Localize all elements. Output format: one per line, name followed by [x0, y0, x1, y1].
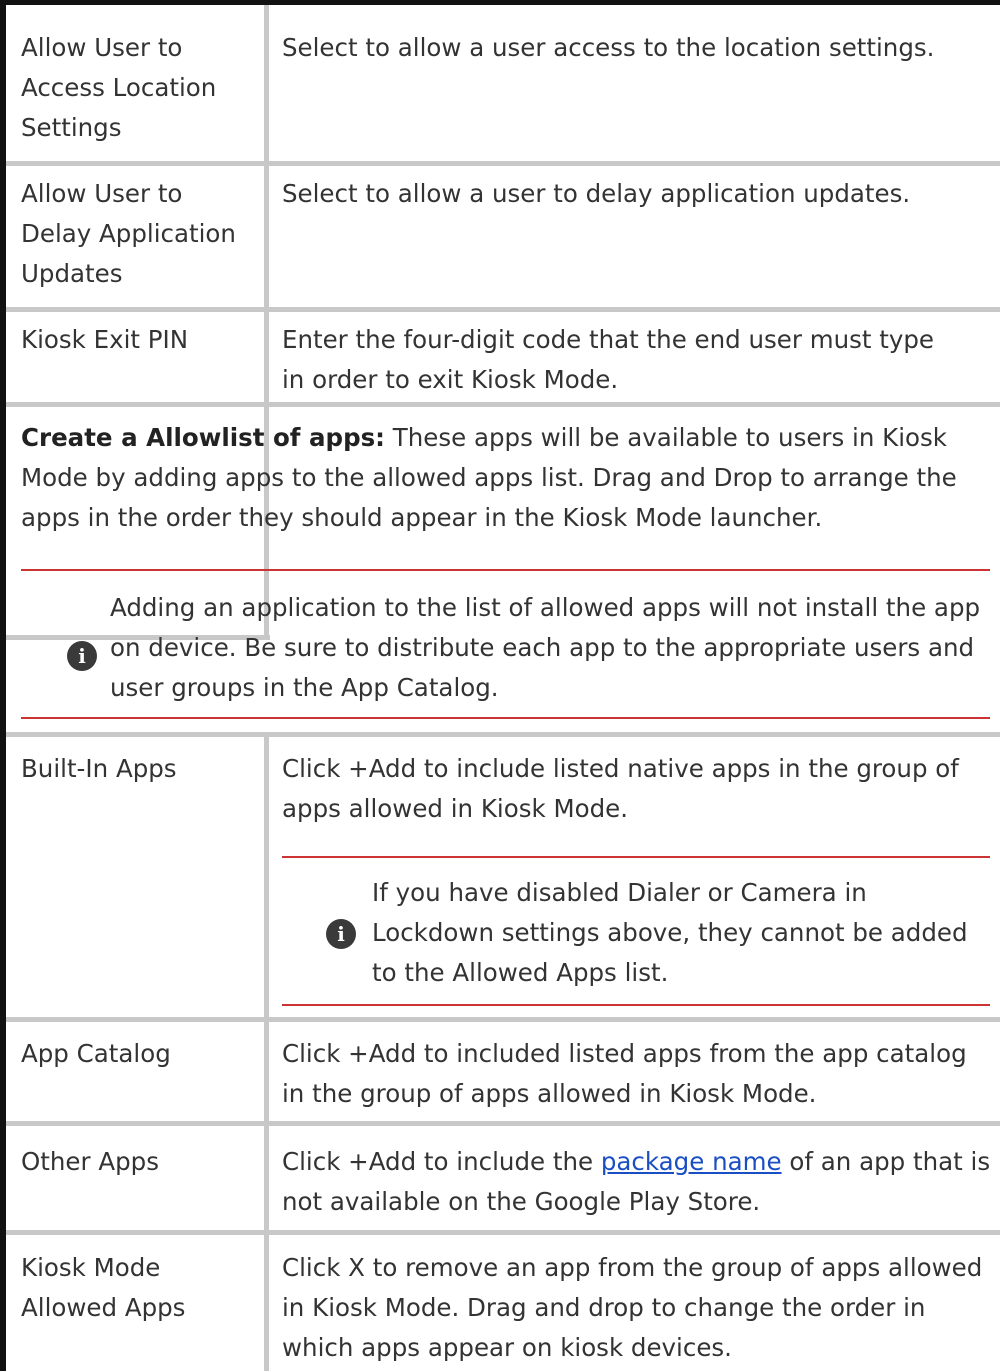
description-text: Click +Add to include the: [282, 1147, 601, 1176]
allowlist-intro: Create a Allowlist of apps: These apps w…: [21, 418, 996, 538]
setting-description: Click +Add to include the package name o…: [282, 1142, 994, 1222]
row-divider: [6, 402, 1000, 407]
allowlist-intro-heading: Create a Allowlist of apps:: [21, 423, 385, 452]
setting-name: App Catalog: [21, 1039, 171, 1068]
row-divider: [6, 161, 1000, 166]
setting-description: Click X to remove an app from the group …: [282, 1253, 983, 1362]
row-divider: [6, 1121, 1000, 1126]
info-icon: i: [67, 641, 97, 671]
note-text: If you have disabled Dialer or Camera in…: [372, 878, 968, 987]
setting-description: Enter the four-digit code that the end u…: [282, 325, 935, 394]
column-divider-bottom: [264, 737, 269, 1371]
setting-description: Click +Add to include listed native apps…: [282, 754, 959, 823]
setting-name: Kiosk Mode Allowed Apps: [21, 1253, 186, 1322]
row-divider: [6, 1230, 1000, 1235]
package-name-link[interactable]: package name: [601, 1147, 782, 1176]
setting-name: Other Apps: [21, 1147, 159, 1176]
setting-description: Select to allow a user access to the loc…: [282, 33, 935, 62]
note-rule-bottom: [21, 717, 990, 719]
row-divider: [6, 1017, 1000, 1022]
setting-description: Select to allow a user to delay applicat…: [282, 179, 911, 208]
row-divider: [6, 732, 1000, 737]
column-divider-top: [264, 5, 269, 640]
note-text: Adding an application to the list of all…: [110, 593, 981, 702]
setting-description: Click +Add to included listed apps from …: [282, 1039, 967, 1108]
setting-name: Allow User to Access Location Settings: [21, 33, 217, 142]
info-icon: i: [326, 919, 356, 949]
setting-name: Kiosk Exit PIN: [21, 325, 189, 354]
setting-name: Allow User to Delay Application Updates: [21, 179, 236, 288]
note-rule-top: [282, 856, 990, 858]
setting-name: Built-In Apps: [21, 754, 177, 783]
note-rule-bottom: [282, 1004, 990, 1006]
note-rule-top: [21, 569, 990, 571]
row-divider: [6, 307, 1000, 312]
